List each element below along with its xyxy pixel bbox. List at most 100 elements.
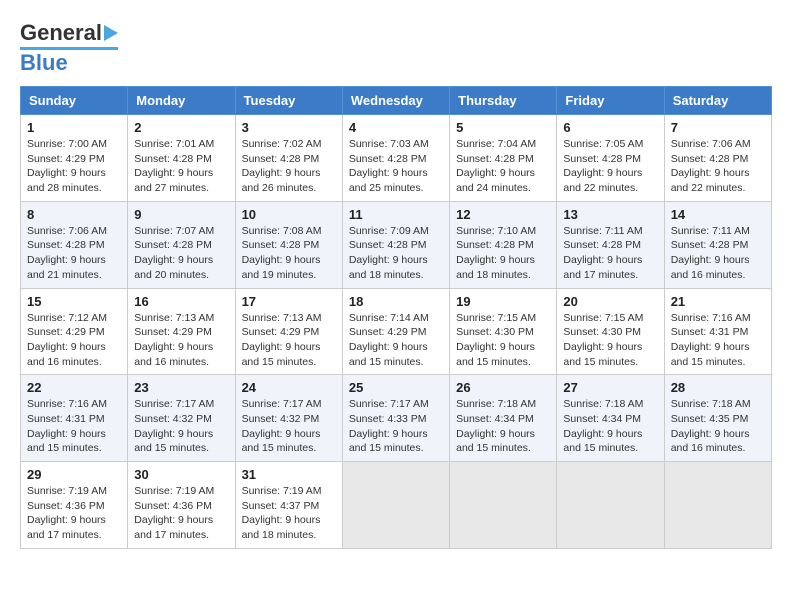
calendar-cell: 21 Sunrise: 7:16 AM Sunset: 4:31 PM Dayl… (664, 288, 771, 375)
calendar-week-2: 8 Sunrise: 7:06 AM Sunset: 4:28 PM Dayli… (21, 201, 772, 288)
calendar-col-tuesday: Tuesday (235, 87, 342, 115)
calendar-cell: 6 Sunrise: 7:05 AM Sunset: 4:28 PM Dayli… (557, 115, 664, 202)
day-info: Sunrise: 7:08 AM Sunset: 4:28 PM Dayligh… (242, 224, 336, 283)
day-info: Sunrise: 7:03 AM Sunset: 4:28 PM Dayligh… (349, 137, 443, 196)
day-number: 24 (242, 380, 336, 395)
calendar-cell: 3 Sunrise: 7:02 AM Sunset: 4:28 PM Dayli… (235, 115, 342, 202)
calendar-cell: 31 Sunrise: 7:19 AM Sunset: 4:37 PM Dayl… (235, 462, 342, 549)
day-number: 14 (671, 207, 765, 222)
day-number: 26 (456, 380, 550, 395)
logo-arrow-icon (104, 25, 118, 41)
day-info: Sunrise: 7:06 AM Sunset: 4:28 PM Dayligh… (27, 224, 121, 283)
day-number: 7 (671, 120, 765, 135)
day-number: 27 (563, 380, 657, 395)
calendar-cell: 19 Sunrise: 7:15 AM Sunset: 4:30 PM Dayl… (450, 288, 557, 375)
day-info: Sunrise: 7:07 AM Sunset: 4:28 PM Dayligh… (134, 224, 228, 283)
calendar-week-1: 1 Sunrise: 7:00 AM Sunset: 4:29 PM Dayli… (21, 115, 772, 202)
day-number: 16 (134, 294, 228, 309)
day-number: 3 (242, 120, 336, 135)
day-number: 2 (134, 120, 228, 135)
day-info: Sunrise: 7:02 AM Sunset: 4:28 PM Dayligh… (242, 137, 336, 196)
calendar-col-monday: Monday (128, 87, 235, 115)
day-info: Sunrise: 7:05 AM Sunset: 4:28 PM Dayligh… (563, 137, 657, 196)
day-info: Sunrise: 7:00 AM Sunset: 4:29 PM Dayligh… (27, 137, 121, 196)
calendar-cell: 20 Sunrise: 7:15 AM Sunset: 4:30 PM Dayl… (557, 288, 664, 375)
day-info: Sunrise: 7:15 AM Sunset: 4:30 PM Dayligh… (563, 311, 657, 370)
day-info: Sunrise: 7:18 AM Sunset: 4:35 PM Dayligh… (671, 397, 765, 456)
day-info: Sunrise: 7:13 AM Sunset: 4:29 PM Dayligh… (134, 311, 228, 370)
day-number: 15 (27, 294, 121, 309)
day-info: Sunrise: 7:18 AM Sunset: 4:34 PM Dayligh… (563, 397, 657, 456)
calendar-cell: 15 Sunrise: 7:12 AM Sunset: 4:29 PM Dayl… (21, 288, 128, 375)
day-info: Sunrise: 7:13 AM Sunset: 4:29 PM Dayligh… (242, 311, 336, 370)
day-number: 25 (349, 380, 443, 395)
calendar-cell: 8 Sunrise: 7:06 AM Sunset: 4:28 PM Dayli… (21, 201, 128, 288)
day-number: 20 (563, 294, 657, 309)
day-number: 10 (242, 207, 336, 222)
day-number: 18 (349, 294, 443, 309)
calendar-cell: 29 Sunrise: 7:19 AM Sunset: 4:36 PM Dayl… (21, 462, 128, 549)
day-number: 23 (134, 380, 228, 395)
calendar-cell: 7 Sunrise: 7:06 AM Sunset: 4:28 PM Dayli… (664, 115, 771, 202)
calendar-cell: 30 Sunrise: 7:19 AM Sunset: 4:36 PM Dayl… (128, 462, 235, 549)
calendar-cell: 13 Sunrise: 7:11 AM Sunset: 4:28 PM Dayl… (557, 201, 664, 288)
day-info: Sunrise: 7:11 AM Sunset: 4:28 PM Dayligh… (671, 224, 765, 283)
day-info: Sunrise: 7:16 AM Sunset: 4:31 PM Dayligh… (27, 397, 121, 456)
day-info: Sunrise: 7:04 AM Sunset: 4:28 PM Dayligh… (456, 137, 550, 196)
day-info: Sunrise: 7:18 AM Sunset: 4:34 PM Dayligh… (456, 397, 550, 456)
calendar-cell: 17 Sunrise: 7:13 AM Sunset: 4:29 PM Dayl… (235, 288, 342, 375)
day-info: Sunrise: 7:11 AM Sunset: 4:28 PM Dayligh… (563, 224, 657, 283)
day-info: Sunrise: 7:14 AM Sunset: 4:29 PM Dayligh… (349, 311, 443, 370)
calendar-week-4: 22 Sunrise: 7:16 AM Sunset: 4:31 PM Dayl… (21, 375, 772, 462)
calendar-cell (557, 462, 664, 549)
day-info: Sunrise: 7:19 AM Sunset: 4:36 PM Dayligh… (134, 484, 228, 543)
calendar-table: SundayMondayTuesdayWednesdayThursdayFrid… (20, 86, 772, 549)
calendar-cell: 24 Sunrise: 7:17 AM Sunset: 4:32 PM Dayl… (235, 375, 342, 462)
calendar-cell: 27 Sunrise: 7:18 AM Sunset: 4:34 PM Dayl… (557, 375, 664, 462)
day-info: Sunrise: 7:12 AM Sunset: 4:29 PM Dayligh… (27, 311, 121, 370)
day-info: Sunrise: 7:10 AM Sunset: 4:28 PM Dayligh… (456, 224, 550, 283)
calendar-header-row: SundayMondayTuesdayWednesdayThursdayFrid… (21, 87, 772, 115)
day-info: Sunrise: 7:09 AM Sunset: 4:28 PM Dayligh… (349, 224, 443, 283)
day-number: 9 (134, 207, 228, 222)
day-number: 11 (349, 207, 443, 222)
day-number: 30 (134, 467, 228, 482)
day-number: 4 (349, 120, 443, 135)
calendar-cell: 25 Sunrise: 7:17 AM Sunset: 4:33 PM Dayl… (342, 375, 449, 462)
calendar-week-3: 15 Sunrise: 7:12 AM Sunset: 4:29 PM Dayl… (21, 288, 772, 375)
day-number: 31 (242, 467, 336, 482)
day-number: 13 (563, 207, 657, 222)
calendar-col-saturday: Saturday (664, 87, 771, 115)
day-number: 21 (671, 294, 765, 309)
calendar-cell (450, 462, 557, 549)
day-info: Sunrise: 7:19 AM Sunset: 4:37 PM Dayligh… (242, 484, 336, 543)
calendar-col-wednesday: Wednesday (342, 87, 449, 115)
calendar-header: SundayMondayTuesdayWednesdayThursdayFrid… (21, 87, 772, 115)
day-info: Sunrise: 7:19 AM Sunset: 4:36 PM Dayligh… (27, 484, 121, 543)
calendar-body: 1 Sunrise: 7:00 AM Sunset: 4:29 PM Dayli… (21, 115, 772, 549)
calendar-cell: 5 Sunrise: 7:04 AM Sunset: 4:28 PM Dayli… (450, 115, 557, 202)
day-number: 19 (456, 294, 550, 309)
day-number: 17 (242, 294, 336, 309)
calendar-cell: 11 Sunrise: 7:09 AM Sunset: 4:28 PM Dayl… (342, 201, 449, 288)
calendar-cell: 22 Sunrise: 7:16 AM Sunset: 4:31 PM Dayl… (21, 375, 128, 462)
calendar-cell: 9 Sunrise: 7:07 AM Sunset: 4:28 PM Dayli… (128, 201, 235, 288)
calendar-cell: 18 Sunrise: 7:14 AM Sunset: 4:29 PM Dayl… (342, 288, 449, 375)
calendar-cell: 23 Sunrise: 7:17 AM Sunset: 4:32 PM Dayl… (128, 375, 235, 462)
day-number: 22 (27, 380, 121, 395)
day-number: 12 (456, 207, 550, 222)
calendar-col-sunday: Sunday (21, 87, 128, 115)
logo: General Blue (20, 20, 118, 76)
calendar-cell: 28 Sunrise: 7:18 AM Sunset: 4:35 PM Dayl… (664, 375, 771, 462)
calendar-cell: 10 Sunrise: 7:08 AM Sunset: 4:28 PM Dayl… (235, 201, 342, 288)
day-number: 5 (456, 120, 550, 135)
calendar-col-thursday: Thursday (450, 87, 557, 115)
day-info: Sunrise: 7:16 AM Sunset: 4:31 PM Dayligh… (671, 311, 765, 370)
calendar-cell: 26 Sunrise: 7:18 AM Sunset: 4:34 PM Dayl… (450, 375, 557, 462)
calendar-cell: 1 Sunrise: 7:00 AM Sunset: 4:29 PM Dayli… (21, 115, 128, 202)
calendar-cell (342, 462, 449, 549)
day-number: 8 (27, 207, 121, 222)
calendar-cell: 16 Sunrise: 7:13 AM Sunset: 4:29 PM Dayl… (128, 288, 235, 375)
day-number: 28 (671, 380, 765, 395)
logo-blue: Blue (20, 50, 68, 76)
